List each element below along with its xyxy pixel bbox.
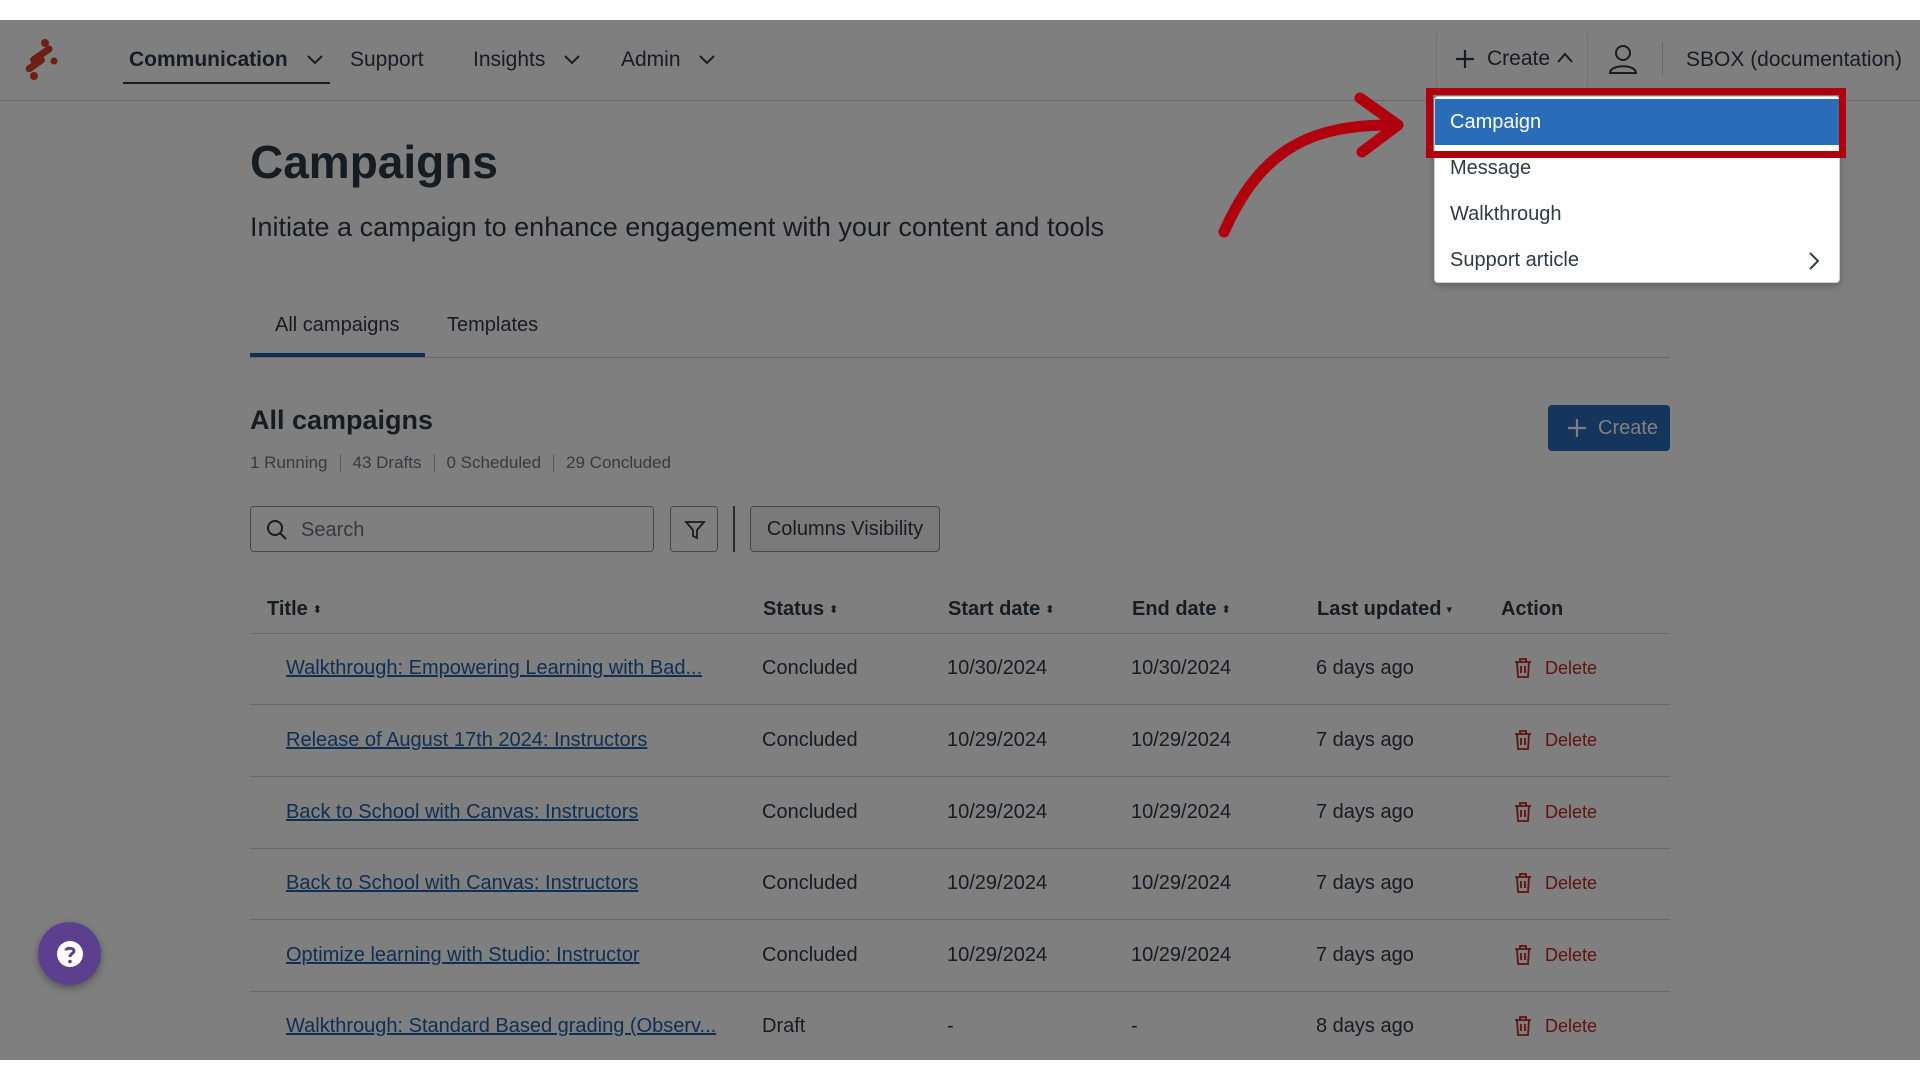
question-icon (57, 941, 83, 967)
highlight-box (1426, 88, 1846, 158)
help-button[interactable] (38, 922, 101, 985)
annotation-arrow-icon (1218, 92, 1404, 238)
menu-item-support-article-label: Support article (1450, 249, 1579, 271)
menu-item-walkthrough[interactable]: Walkthrough (1435, 191, 1839, 237)
menu-item-support-article[interactable]: Support article (1435, 237, 1839, 283)
chevron-right-icon (1809, 252, 1820, 270)
app-frame: Communication Support Insights Admin Cre… (0, 20, 1920, 1060)
